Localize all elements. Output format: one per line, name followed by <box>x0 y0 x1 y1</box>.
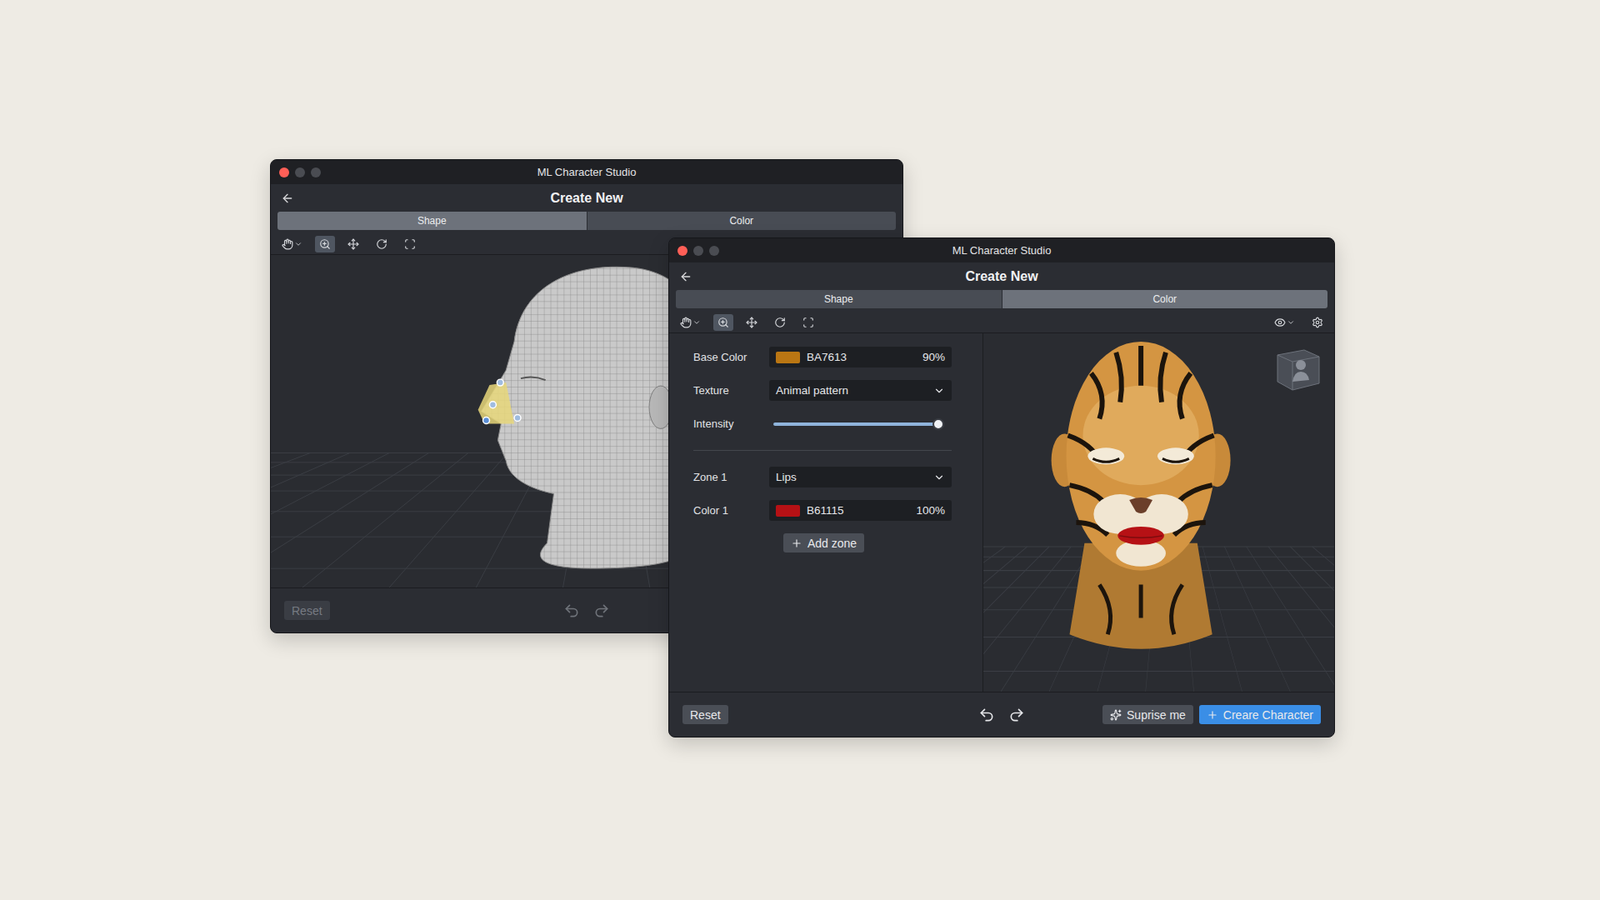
header: Create New <box>270 184 903 212</box>
eye-icon <box>1274 316 1286 329</box>
zone-row: Zone 1Lips <box>693 466 952 488</box>
chevron-down-icon <box>933 471 945 484</box>
zoom-tool[interactable] <box>713 314 734 331</box>
toolbar <box>669 311 1335 334</box>
base-color-row: Base ColorBA761390% <box>693 346 952 368</box>
settings-button[interactable] <box>1307 314 1328 331</box>
move-tool[interactable] <box>343 235 364 253</box>
base-color-field[interactable]: BA761390% <box>769 346 952 368</box>
color-swatch[interactable] <box>775 351 800 364</box>
create-button[interactable]: Creare Character <box>1199 705 1321 725</box>
chevron-down-icon <box>692 318 701 327</box>
undo-button[interactable] <box>976 705 997 725</box>
add-zone-button[interactable]: Add zone <box>783 533 865 553</box>
zoom-icon <box>717 316 730 329</box>
rotate-icon <box>774 316 786 329</box>
zone-select[interactable]: Lips <box>769 466 952 488</box>
viewport[interactable] <box>983 333 1335 692</box>
zoom-tool[interactable] <box>315 235 335 253</box>
tab[interactable]: Color <box>587 211 897 230</box>
move-icon <box>347 238 360 250</box>
move-tool[interactable] <box>741 314 762 331</box>
back-button[interactable] <box>669 270 703 284</box>
minimize-button[interactable] <box>295 167 305 178</box>
undo-button[interactable] <box>561 600 582 621</box>
surprise-button[interactable]: Suprise me <box>1102 705 1194 725</box>
close-button[interactable] <box>279 167 290 178</box>
undo-icon <box>563 602 580 620</box>
back-button[interactable] <box>270 191 305 205</box>
chevron-down-icon <box>933 385 945 397</box>
plus-icon <box>1206 709 1219 721</box>
arrow-left-icon <box>280 191 295 205</box>
desktop: ML Character StudioCreate NewShapeColorR… <box>0 0 1600 900</box>
color-swatch[interactable] <box>775 505 800 517</box>
zoom-button[interactable] <box>709 245 720 256</box>
intensity-row: Intensity <box>693 413 952 435</box>
title-bar[interactable]: ML Character Studio <box>270 160 903 185</box>
redo-icon <box>593 602 610 620</box>
zone-color-field[interactable]: B61115100% <box>769 500 952 521</box>
texture-row: TextureAnimal pattern <box>693 380 952 401</box>
footer: Reset Suprise meCreare Character <box>669 691 1335 737</box>
tabs: ShapeColor <box>675 290 1328 309</box>
divider <box>693 450 952 451</box>
rotate-tool[interactable] <box>371 235 392 253</box>
intensity-slider[interactable] <box>773 422 944 426</box>
app-window[interactable]: ML Character StudioCreate NewShapeColor B… <box>668 237 1335 738</box>
sparkles-icon <box>1110 709 1122 721</box>
minimize-button[interactable] <box>693 245 704 256</box>
frame-tool[interactable] <box>400 235 420 253</box>
redo-button[interactable] <box>591 600 612 621</box>
pan-icon <box>680 316 692 329</box>
zoom-icon <box>319 238 331 250</box>
color-form: Base ColorBA761390% TextureAnimal pattern… <box>669 333 984 692</box>
pan-icon <box>281 238 294 250</box>
tab[interactable]: Shape <box>675 290 1002 309</box>
plus-icon <box>790 537 803 550</box>
move-icon <box>745 316 758 329</box>
gear-icon <box>1311 316 1324 329</box>
reset-button[interactable]: Reset <box>682 705 729 725</box>
texture-select[interactable]: Animal pattern <box>769 380 952 401</box>
frame-icon <box>404 238 416 250</box>
frame-icon <box>802 316 815 329</box>
visibility-menu[interactable] <box>1270 314 1300 331</box>
chevron-down-icon <box>1286 318 1295 327</box>
tabs: ShapeColor <box>277 211 896 230</box>
arrow-left-icon <box>679 270 693 284</box>
redo-icon <box>1008 706 1025 724</box>
reset-button[interactable]: Reset <box>284 600 330 620</box>
redo-button[interactable] <box>1006 705 1027 725</box>
chevron-down-icon <box>294 240 303 249</box>
pan-tool[interactable] <box>277 235 307 253</box>
header: Create New <box>669 262 1335 290</box>
frame-tool[interactable] <box>798 314 819 331</box>
zoom-button[interactable] <box>310 167 321 178</box>
rotate-icon <box>375 238 388 250</box>
undo-icon <box>978 706 995 724</box>
view-cube-icon[interactable] <box>1270 345 1325 394</box>
rotate-tool[interactable] <box>770 314 790 331</box>
slider-thumb[interactable] <box>932 418 945 430</box>
tab[interactable]: Color <box>1002 290 1329 309</box>
zone-color-row: Color 1B61115100% <box>693 500 952 521</box>
tiger-head[interactable] <box>983 333 1335 692</box>
title-bar[interactable]: ML Character Studio <box>669 238 1335 263</box>
pan-tool[interactable] <box>675 314 705 331</box>
close-button[interactable] <box>677 245 688 256</box>
tab[interactable]: Shape <box>277 211 587 230</box>
